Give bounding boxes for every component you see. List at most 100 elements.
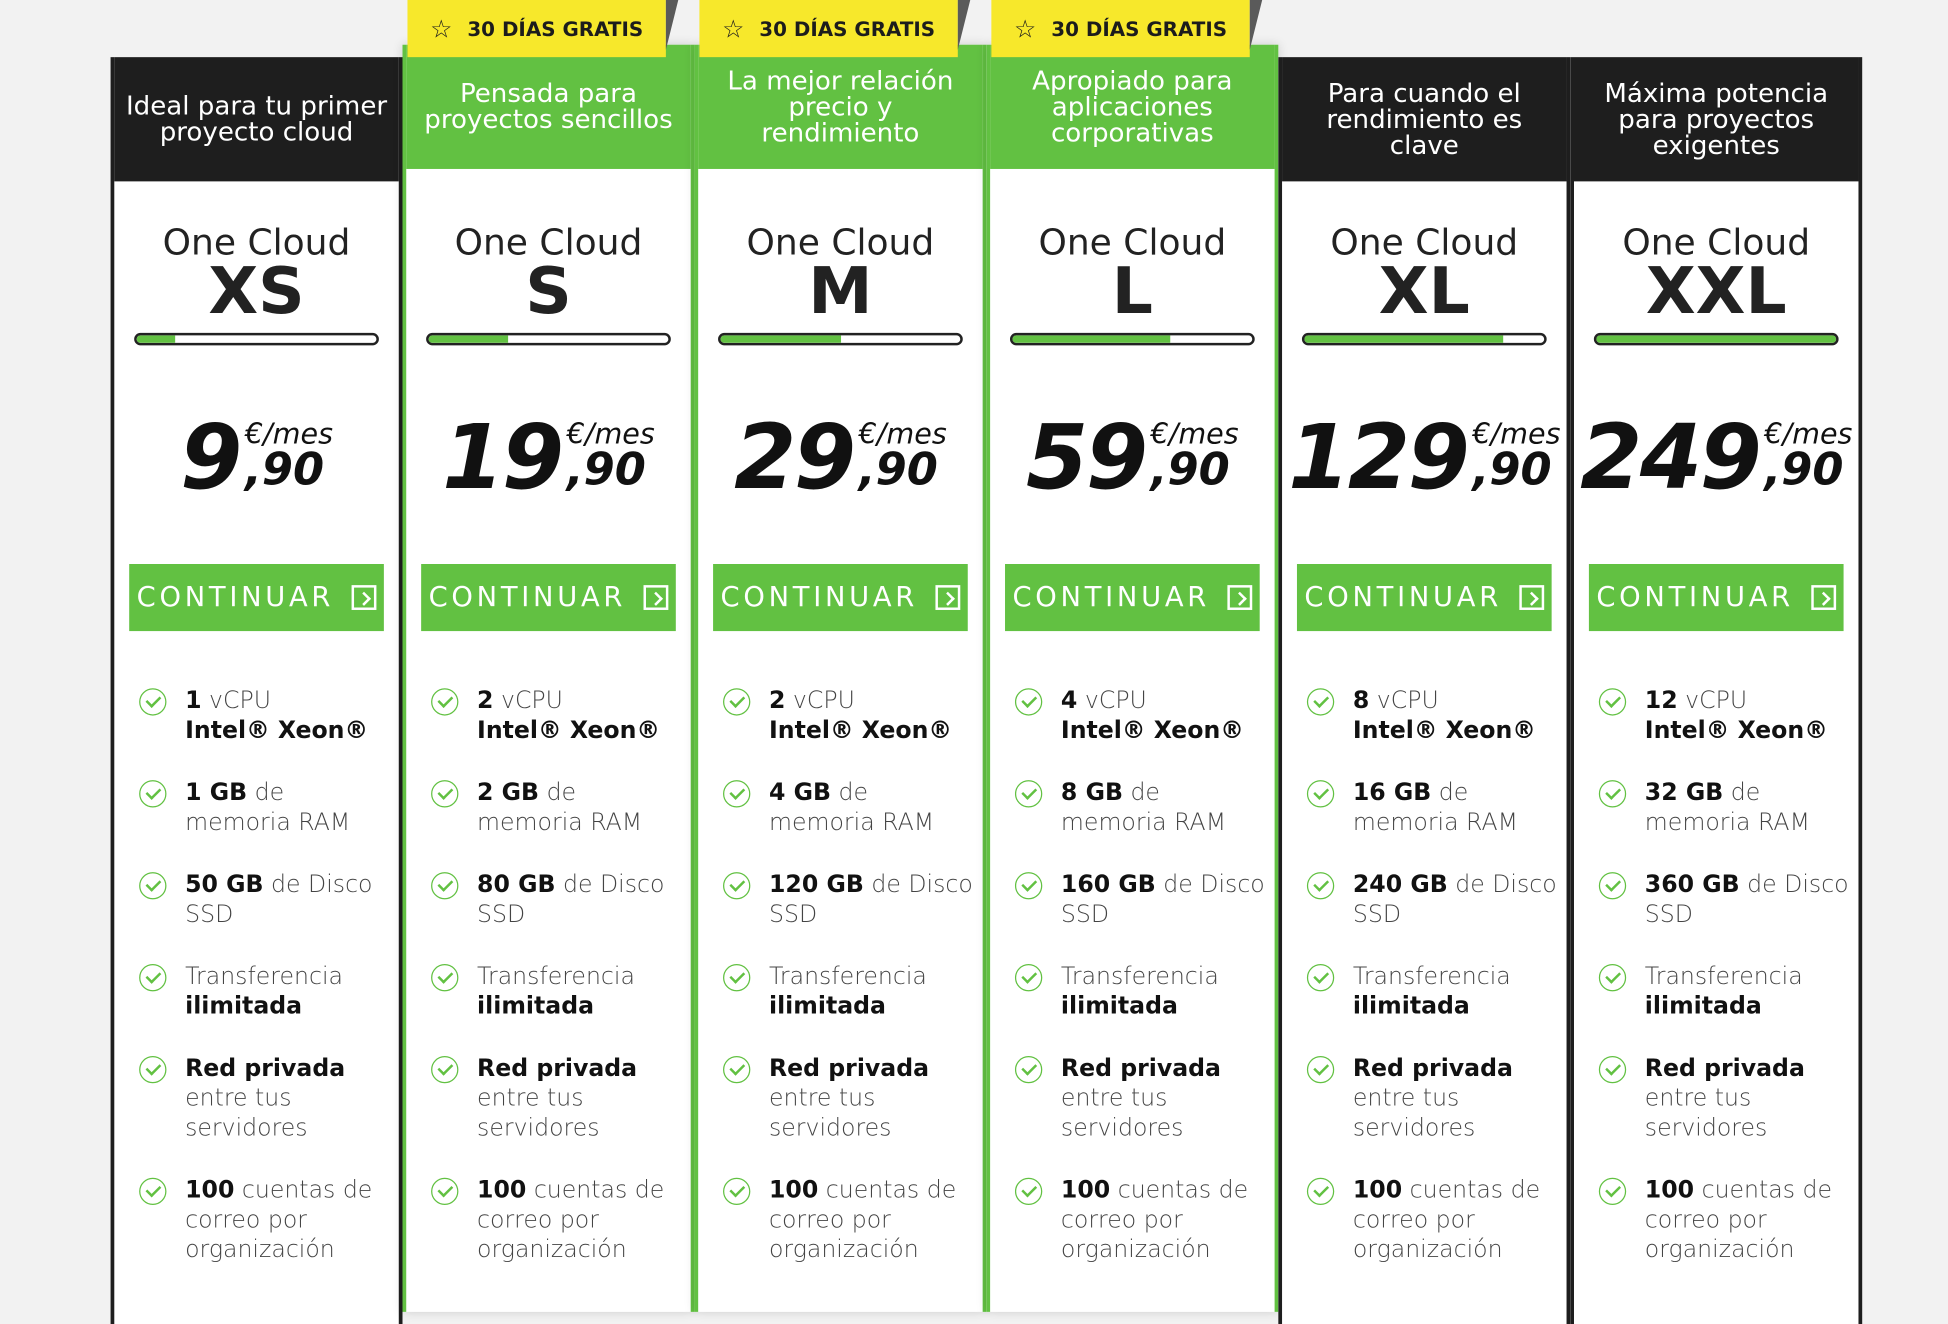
feature-text: Red privada bbox=[1352, 1054, 1513, 1083]
arrow-right-icon bbox=[351, 585, 377, 610]
free-trial-ribbon: ☆ 30 DÍAS GRATIS bbox=[407, 0, 679, 58]
feature-list: 4 vCPU Intel® Xeon® 8 GB de memoria RAM 160… bbox=[1014, 686, 1267, 1297]
feature-text: Intel® Xeon® bbox=[1644, 716, 1828, 745]
feature-text: 2 bbox=[477, 686, 494, 715]
feature-text: 16 GB bbox=[1352, 778, 1432, 807]
feature-text: 100 bbox=[1060, 1176, 1111, 1204]
feature-item: Transferencia ilimitada bbox=[1014, 962, 1267, 1022]
star-icon: ☆ bbox=[722, 13, 745, 44]
feature-item: Transferencia ilimitada bbox=[1306, 962, 1559, 1022]
arrow-right-icon bbox=[1519, 585, 1545, 610]
free-trial-label: 30 DÍAS GRATIS bbox=[1051, 16, 1228, 41]
feature-item: Red privada entre tus servidores bbox=[1014, 1053, 1267, 1142]
check-icon bbox=[1014, 964, 1043, 992]
free-trial-label: 30 DÍAS GRATIS bbox=[759, 16, 936, 41]
check-icon bbox=[431, 688, 459, 716]
capacity-bar-fill bbox=[1304, 335, 1504, 343]
feature-item: 2 vCPU Intel® Xeon® bbox=[431, 686, 683, 746]
check-icon bbox=[1306, 688, 1335, 716]
feature-list: 2 vCPU Intel® Xeon® 2 GB de memoria RAM 80 … bbox=[431, 686, 683, 1297]
continue-button-label: CONTINUAR bbox=[428, 582, 627, 614]
feature-item: 4 GB de memoria RAM bbox=[723, 778, 975, 838]
check-icon bbox=[139, 1177, 167, 1206]
continue-button[interactable]: CONTINUAR bbox=[1005, 564, 1260, 632]
price-decimal: ,90 bbox=[244, 444, 325, 496]
feature-text: Intel® Xeon® bbox=[185, 716, 369, 745]
feature-text: Transferencia bbox=[1352, 962, 1511, 991]
feature-text: 4 GB bbox=[768, 778, 832, 807]
plan-price: 29 €/mes ,90 bbox=[698, 407, 982, 506]
feature-text: Intel® Xeon® bbox=[1352, 716, 1536, 745]
feature-list: 12 vCPU Intel® Xeon® 32 GB de memoria RAM 3… bbox=[1598, 686, 1851, 1297]
feature-item: Red privada entre tus servidores bbox=[431, 1053, 683, 1142]
feature-text: 8 bbox=[1352, 686, 1370, 715]
plan-card-s: Pensada para proyectos sencillos One Clo… bbox=[402, 44, 695, 1312]
check-icon bbox=[1598, 780, 1627, 808]
capacity-bar-fill bbox=[720, 335, 841, 343]
price-decimal: ,90 bbox=[1764, 444, 1844, 496]
check-icon bbox=[139, 964, 167, 992]
price-decimal: ,90 bbox=[1150, 444, 1230, 496]
feature-text: Intel® Xeon® bbox=[768, 716, 952, 745]
feature-item: 360 GB de Disco SSD bbox=[1598, 870, 1851, 930]
feature-text: 240 GB bbox=[1352, 870, 1448, 899]
feature-text: Red privada bbox=[185, 1054, 346, 1083]
continue-button[interactable]: CONTINUAR bbox=[129, 564, 384, 632]
feature-text: 160 GB bbox=[1060, 870, 1156, 899]
check-icon bbox=[1598, 872, 1627, 900]
feature-text: 50 GB bbox=[185, 870, 264, 899]
feature-text: ilimitada bbox=[477, 992, 595, 1020]
feature-text: Red privada bbox=[768, 1054, 930, 1083]
feature-item: Red privada entre tus servidores bbox=[139, 1053, 391, 1142]
free-trial-label: 30 DÍAS GRATIS bbox=[467, 16, 644, 41]
plan-size: S bbox=[525, 254, 572, 330]
feature-item: 100 cuentas de correo por organización bbox=[1014, 1175, 1267, 1264]
feature-text: vCPU bbox=[1077, 686, 1147, 715]
continue-button[interactable]: CONTINUAR bbox=[421, 564, 676, 632]
feature-list: 1 vCPU Intel® Xeon® 1 GB de memoria RAM 50 … bbox=[139, 686, 391, 1297]
check-icon bbox=[1598, 688, 1627, 716]
plan-name: One Cloud XXL bbox=[1574, 224, 1858, 325]
capacity-bar-fill bbox=[428, 335, 508, 343]
plan-tagline: Pensada para proyectos sencillos bbox=[406, 44, 691, 169]
check-icon bbox=[139, 688, 167, 716]
check-icon bbox=[1014, 872, 1043, 900]
feature-text: vCPU bbox=[201, 686, 272, 715]
continue-button-label: CONTINUAR bbox=[720, 582, 919, 614]
check-icon bbox=[723, 688, 751, 716]
feature-text: Red privada bbox=[1060, 1054, 1221, 1083]
feature-item: 2 GB de memoria RAM bbox=[431, 778, 683, 838]
capacity-bar bbox=[426, 332, 671, 346]
feature-item: Red privada entre tus servidores bbox=[723, 1053, 975, 1142]
plan-card-xxl: Máxima potencia para proyectos exigentes… bbox=[1570, 57, 1863, 1324]
plan-name: One Cloud M bbox=[698, 224, 982, 325]
feature-text: 1 GB bbox=[185, 778, 248, 807]
continue-button-label: CONTINUAR bbox=[1012, 582, 1210, 614]
plan-card-l: Apropiado para aplicaciones corporativas… bbox=[986, 44, 1279, 1312]
feature-item: 8 vCPU Intel® Xeon® bbox=[1306, 686, 1559, 746]
continue-button[interactable]: CONTINUAR bbox=[1296, 564, 1552, 632]
check-icon bbox=[1014, 780, 1043, 808]
check-icon bbox=[139, 872, 167, 900]
price-integer: 129 bbox=[1288, 404, 1470, 510]
check-icon bbox=[431, 1055, 459, 1084]
feature-item: 2 vCPU Intel® Xeon® bbox=[723, 686, 975, 746]
feature-item: 100 cuentas de correo por organización bbox=[431, 1175, 683, 1264]
check-icon bbox=[139, 780, 167, 808]
feature-text: ilimitada bbox=[768, 992, 886, 1020]
plan-size: L bbox=[1111, 254, 1153, 330]
feature-text: vCPU bbox=[493, 686, 563, 715]
plan-tagline: Para cuando el rendimiento es clave bbox=[1282, 57, 1567, 182]
plan-price: 59 €/mes ,90 bbox=[990, 407, 1274, 506]
plan-price: 9 €/mes ,90 bbox=[114, 407, 398, 506]
arrow-right-icon bbox=[643, 585, 669, 610]
free-trial-ribbon: ☆ 30 DÍAS GRATIS bbox=[699, 0, 971, 58]
feature-text: 32 GB bbox=[1644, 778, 1724, 807]
continue-button[interactable]: CONTINUAR bbox=[713, 564, 968, 632]
feature-item: Transferencia ilimitada bbox=[1598, 962, 1851, 1022]
feature-text: ilimitada bbox=[1060, 992, 1178, 1020]
pricing-table: Ideal para tu primer proyecto cloud One … bbox=[0, 0, 1948, 1324]
feature-text: 100 bbox=[768, 1176, 819, 1204]
continue-button[interactable]: CONTINUAR bbox=[1588, 564, 1844, 632]
plan-tagline: Máxima potencia para proyectos exigentes bbox=[1573, 57, 1859, 182]
